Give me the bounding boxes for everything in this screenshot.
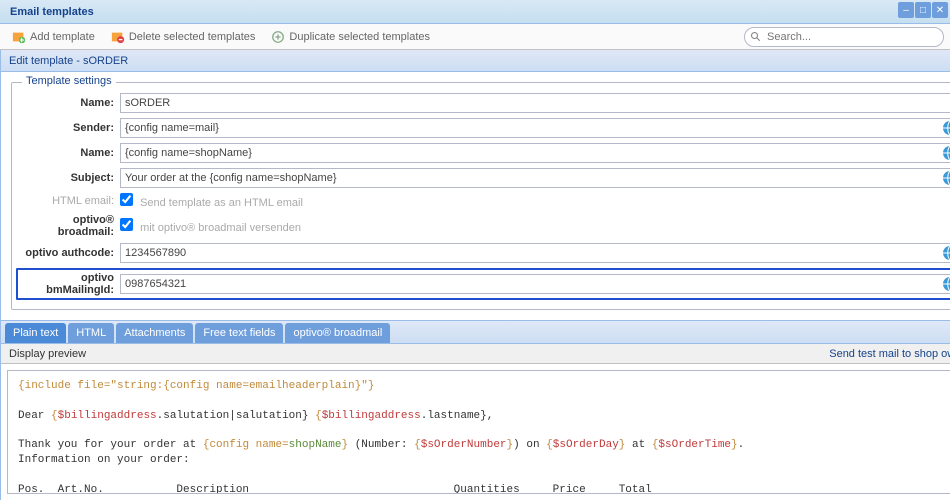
duplicate-templates-button[interactable]: Duplicate selected templates [265, 27, 436, 47]
globe-icon[interactable] [942, 170, 950, 186]
maximize-button[interactable]: □ [915, 2, 931, 18]
window-controls: – □ ✕ [898, 2, 948, 18]
globe-icon[interactable] [942, 145, 950, 161]
duplicate-templates-label: Duplicate selected templates [289, 31, 430, 43]
editor-title: Edit template - sORDER [9, 55, 128, 67]
hint-broadmail: mit optivo® broadmail versenden [140, 222, 301, 234]
label-subject: Subject: [20, 172, 120, 184]
send-test-link[interactable]: Send test mail to shop owner [829, 348, 950, 360]
preview-pane[interactable]: {include file="string:{config name=email… [7, 370, 950, 494]
row-broadmail: optivo® broadmail: mit optivo® broadmail… [20, 214, 950, 238]
input-subject[interactable] [120, 168, 950, 188]
search-icon [750, 31, 762, 43]
label-mailingid: optivo bmMailingId: [20, 272, 120, 296]
label-name1: Name: [20, 97, 120, 109]
tab[interactable]: Plain text [5, 323, 66, 343]
input-sender[interactable] [120, 118, 950, 138]
window-titlebar: Email templates [0, 0, 950, 24]
preview-label: Display preview [9, 348, 86, 360]
globe-icon[interactable] [942, 120, 950, 136]
row-name2: Name: [20, 143, 950, 163]
row-name1: Name: [20, 93, 950, 113]
tab[interactable]: optivo® broadmail [285, 323, 390, 343]
label-sender: Sender: [20, 122, 120, 134]
main-toolbar: Add template Delete selected templates D… [0, 24, 950, 50]
fieldset-legend: Template settings [22, 75, 116, 87]
search-input[interactable] [744, 27, 944, 47]
row-authcode: optivo authcode: [20, 243, 950, 263]
editor-tabstrip: Plain textHTMLAttachmentsFree text field… [1, 320, 950, 344]
label-broadmail: optivo® broadmail: [20, 214, 120, 238]
tab[interactable]: Free text fields [195, 323, 283, 343]
template-settings-fieldset: Template settings Name: Sender: Name: Su… [11, 82, 950, 310]
label-name2: Name: [20, 147, 120, 159]
search-wrap [744, 27, 944, 47]
row-sender: Sender: [20, 118, 950, 138]
window-title: Email templates [10, 6, 94, 18]
delete-icon [111, 30, 125, 44]
row-mailingid: optivo bmMailingId: [16, 268, 950, 300]
row-html: HTML email: Send template as an HTML ema… [20, 193, 950, 209]
editor-header: Edit template - sORDER [1, 50, 950, 72]
input-authcode[interactable] [120, 243, 950, 263]
globe-icon[interactable] [942, 276, 950, 292]
tab[interactable]: Attachments [116, 323, 193, 343]
row-subject: Subject: [20, 168, 950, 188]
close-button[interactable]: ✕ [932, 2, 948, 18]
editor-panel: Edit template - sORDER Template settings… [1, 50, 950, 500]
add-template-button[interactable]: Add template [6, 27, 101, 47]
minimize-button[interactable]: – [898, 2, 914, 18]
add-template-label: Add template [30, 31, 95, 43]
hint-html: Send template as an HTML email [140, 197, 303, 209]
tab[interactable]: HTML [68, 323, 114, 343]
checkbox-html[interactable] [120, 193, 133, 206]
preview-bar: Display preview Send test mail to shop o… [1, 344, 950, 364]
delete-templates-button[interactable]: Delete selected templates [105, 27, 262, 47]
input-name[interactable] [120, 93, 950, 113]
add-icon [12, 30, 26, 44]
duplicate-icon [271, 30, 285, 44]
checkbox-broadmail[interactable] [120, 218, 133, 231]
label-authcode: optivo authcode: [20, 247, 120, 259]
input-shopname[interactable] [120, 143, 950, 163]
delete-templates-label: Delete selected templates [129, 31, 256, 43]
globe-icon[interactable] [942, 245, 950, 261]
input-mailingid[interactable] [120, 274, 950, 294]
label-html: HTML email: [20, 195, 120, 207]
